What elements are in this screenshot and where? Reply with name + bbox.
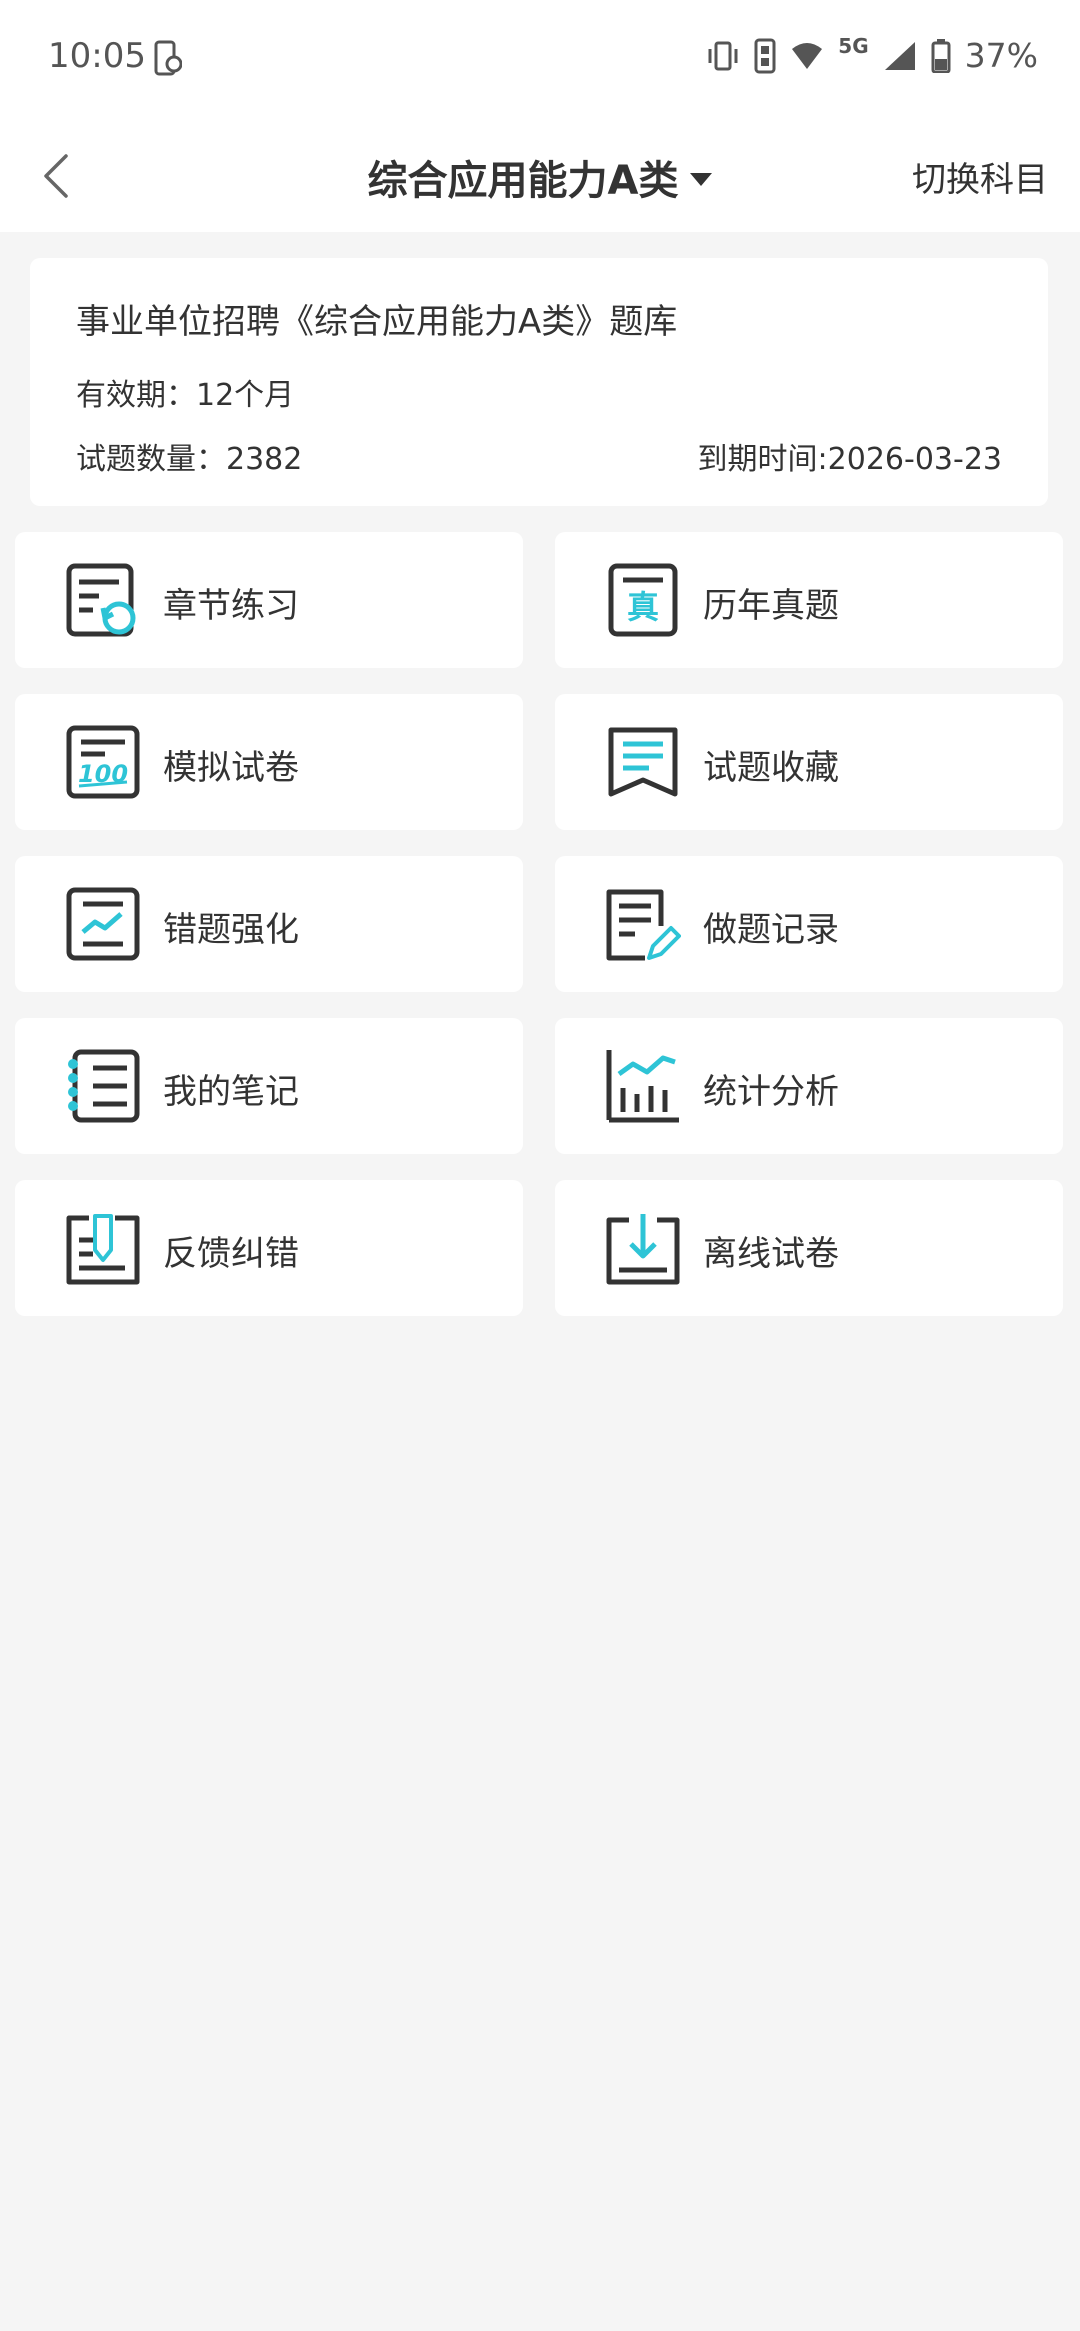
menu-offline-download[interactable]: 离线试卷 xyxy=(555,1180,1063,1316)
menu-label: 做题记录 xyxy=(703,910,839,950)
menu-practice-record[interactable]: 做题记录 xyxy=(555,856,1063,992)
page-title: 综合应用能力A类 xyxy=(367,158,679,204)
expiry-date: 到期时间:2026-03-23 xyxy=(697,442,1002,477)
vibrate-icon xyxy=(706,39,740,73)
menu-label: 离线试卷 xyxy=(703,1234,839,1274)
status-bar: 10:05 5G 37% xyxy=(0,0,1080,120)
menu-label: 反馈纠错 xyxy=(163,1234,299,1274)
offline-download-icon xyxy=(605,1210,681,1286)
menu-notes[interactable]: 我的笔记 xyxy=(15,1018,523,1154)
feedback-icon xyxy=(65,1210,141,1286)
network-type-label: 5G xyxy=(838,33,869,58)
data-saver-icon xyxy=(754,38,776,74)
favorites-icon xyxy=(605,724,681,800)
menu-feedback[interactable]: 反馈纠错 xyxy=(15,1180,523,1316)
menu-label: 章节练习 xyxy=(163,586,299,626)
menu-favorites[interactable]: 试题收藏 xyxy=(555,694,1063,830)
signal-icon xyxy=(883,40,917,72)
battery-icon xyxy=(931,38,951,73)
menu-label: 统计分析 xyxy=(703,1072,839,1112)
menu-chapter-practice[interactable]: 章节练习 xyxy=(15,532,523,668)
notes-icon xyxy=(65,1048,141,1124)
bank-title: 事业单位招聘《综合应用能力A类》题库 xyxy=(76,302,678,342)
menu-label: 错题强化 xyxy=(163,910,299,950)
wifi-icon xyxy=(790,41,824,71)
nav-bar: 综合应用能力A类 切换科目 xyxy=(0,120,1080,232)
chapter-practice-icon xyxy=(65,562,141,638)
question-count: 试题数量：2382 xyxy=(76,442,303,477)
practice-record-icon xyxy=(605,886,681,962)
battery-percent: 37% xyxy=(964,36,1038,75)
validity-period: 有效期：12个月 xyxy=(76,378,295,413)
menu-past-exams[interactable]: 真 历年真题 xyxy=(555,532,1063,668)
menu-label: 模拟试卷 xyxy=(163,748,299,788)
caret-down-icon xyxy=(690,172,713,186)
menu-label: 我的笔记 xyxy=(163,1072,299,1112)
wrong-questions-icon xyxy=(65,886,141,962)
svg-text:真: 真 xyxy=(627,588,659,626)
screen-rotate-icon xyxy=(152,40,183,82)
statistics-icon xyxy=(605,1048,681,1124)
switch-subject-button[interactable]: 切换科目 xyxy=(912,152,1048,201)
past-exams-icon: 真 xyxy=(605,562,681,638)
question-bank-info-card: 事业单位招聘《综合应用能力A类》题库 有效期：12个月 试题数量：2382 到期… xyxy=(30,258,1048,506)
menu-label: 历年真题 xyxy=(703,586,839,626)
menu-label: 试题收藏 xyxy=(703,748,839,788)
status-time: 10:05 xyxy=(48,36,146,76)
menu-wrong-questions[interactable]: 错题强化 xyxy=(15,856,523,992)
mock-paper-icon: 100 xyxy=(65,724,141,800)
menu-statistics[interactable]: 统计分析 xyxy=(555,1018,1063,1154)
menu-mock-paper[interactable]: 100 模拟试卷 xyxy=(15,694,523,830)
